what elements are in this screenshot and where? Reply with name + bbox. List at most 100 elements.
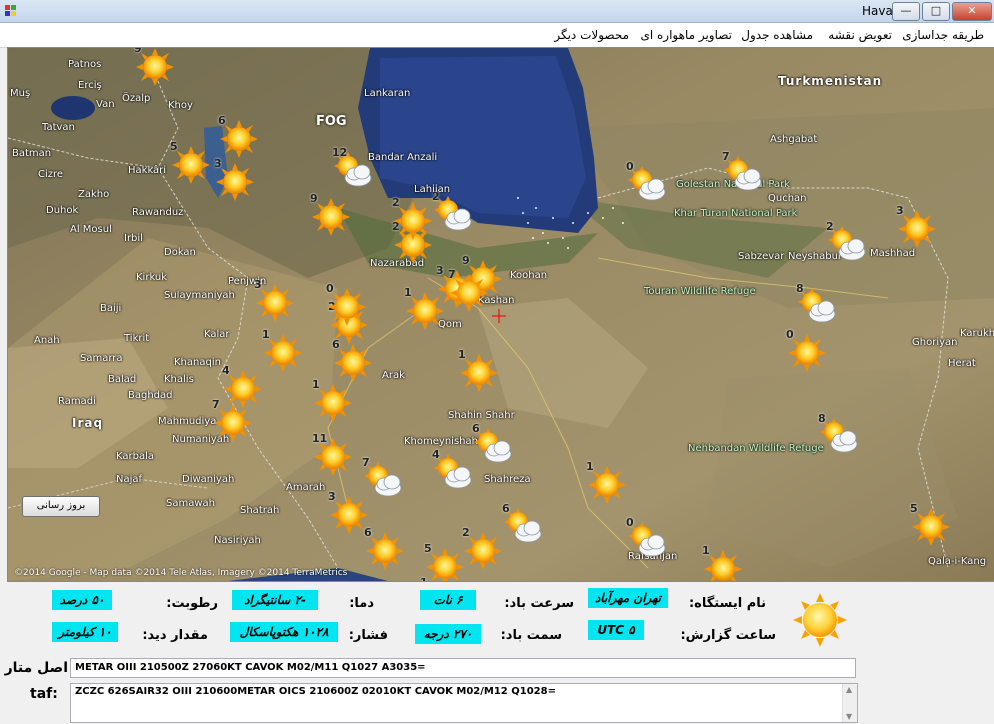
map-label-khoy: Khoy (168, 100, 193, 111)
marker-number: 1 (404, 286, 412, 299)
partly-cloudy-marker[interactable]: 0 (626, 516, 666, 560)
map-label-mus: Muş (10, 88, 31, 99)
partly-cloudy-marker[interactable]: 0 (626, 160, 666, 204)
partly-cloudy-marker[interactable]: 6 (502, 502, 542, 546)
taf-field[interactable]: ZCZC 626SAIR32 OIII 210600METAR OICS 210… (70, 683, 858, 723)
sunny-marker[interactable]: 9 (134, 47, 174, 86)
marker-number: 8 (818, 412, 826, 425)
sunny-marker[interactable]: 7 (212, 398, 252, 442)
sunny-marker[interactable]: 2 (392, 196, 432, 240)
map-label-samarra: Samarra (80, 353, 123, 364)
metar-label: اصل متار (4, 660, 68, 676)
metar-field[interactable]: METAR OIII 210500Z 27060KT CAVOK M02/M11… (70, 658, 856, 678)
marker-number: 3 (214, 157, 222, 170)
visibility-label: مقدار دید: (142, 628, 208, 643)
sunny-marker[interactable]: 7 (448, 268, 488, 312)
sunny-marker[interactable]: 0 (326, 282, 366, 326)
sunny-marker[interactable]: 11 (312, 432, 352, 476)
humidity-value: ۵۰ درصد (52, 590, 112, 610)
menu-item-separation[interactable]: طریقه جداسازی (902, 28, 984, 42)
partly-cloudy-marker[interactable]: 8 (818, 412, 858, 456)
sunny-marker[interactable]: 5 (170, 140, 210, 184)
map-label-khalis: Khalis (164, 374, 194, 385)
map-label-quchan: Quchan (768, 193, 807, 204)
sunny-marker[interactable]: 6 (364, 526, 404, 570)
sunny-marker[interactable]: 5 (424, 542, 464, 581)
taf-label: taf: (30, 686, 58, 702)
sunny-marker[interactable]: 3 (896, 204, 936, 248)
sunny-marker[interactable]: 1 (702, 544, 742, 581)
scroll-down-icon[interactable]: ▼ (846, 712, 852, 721)
map-label-rawanduz: Rawanduz (132, 207, 184, 218)
taf-scrollbar[interactable]: ▲ ▼ (842, 684, 857, 722)
minimize-button[interactable]: — (892, 2, 920, 21)
marker-number: 1 (458, 348, 466, 361)
sunny-marker[interactable]: 6 (218, 114, 258, 158)
map-label-bandaranzali: Bandar Anzali (368, 152, 438, 163)
sunny-marker[interactable]: 5 (910, 502, 950, 546)
partly-cloudy-marker[interactable]: 12 (332, 146, 372, 190)
marker-number: 1 (262, 328, 270, 341)
partly-cloudy-marker[interactable]: 6 (472, 422, 512, 466)
sunny-marker[interactable]: 1 (262, 328, 302, 372)
map-label-zakho: Zakho (78, 189, 110, 200)
partly-cloudy-marker[interactable]: 7 (362, 456, 402, 500)
partly-cloudy-marker[interactable]: 2 (826, 220, 866, 264)
menu-item-change-map[interactable]: تعویض نقشه (828, 28, 892, 42)
partly-cloudy-marker[interactable]: 4 (432, 448, 472, 492)
sunny-marker[interactable]: 9 (310, 192, 350, 236)
map-label-iraq: Iraq (72, 416, 104, 430)
scroll-up-icon[interactable]: ▲ (846, 685, 852, 694)
marker-number: 4 (432, 448, 440, 461)
menu-item-other-products[interactable]: محصولات دیگر (554, 28, 629, 42)
map-label-kharturan: Khar Turan National Park (674, 208, 798, 219)
map-label-shahreza: Shahreza (484, 474, 531, 485)
map-label-diwaniyah: Diwaniyah (182, 474, 235, 485)
taf-text: ZCZC 626SAIR32 OIII 210600METAR OICS 210… (75, 686, 556, 697)
map-label-ashgabat: Ashgabat (770, 134, 818, 145)
menu-item-satellite-images[interactable]: تصاویر ماهواره ای (640, 28, 732, 42)
sunny-marker[interactable]: 1 (312, 378, 352, 422)
sunny-marker[interactable]: 1 (458, 348, 498, 392)
partly-cloudy-marker[interactable]: 8 (796, 282, 836, 326)
sunny-marker[interactable]: 3 (328, 490, 368, 534)
marker-number: 8 (796, 282, 804, 295)
menu-item-view-table[interactable]: مشاهده جدول (741, 28, 813, 42)
map-copyright: ©2014 Google - Map data ©2014 Tele Atlas… (14, 568, 348, 578)
sunny-marker[interactable]: 3 (254, 278, 294, 322)
close-button[interactable]: ✕ (952, 2, 992, 21)
marker-number: 9 (134, 47, 142, 55)
map-label-khomeynishahr: Khomeynishahr (404, 436, 483, 447)
sunny-marker[interactable]: 0 (786, 328, 826, 372)
maximize-button[interactable]: □ (922, 2, 950, 21)
sunny-marker[interactable]: 3 (214, 157, 254, 201)
partly-cloudy-marker[interactable]: 7 (722, 150, 762, 194)
weather-map[interactable]: Turkmenistan Iraq Patnos Erciş Van Muş T… (7, 47, 994, 582)
map-label-kirkuk: Kirkuk (136, 272, 168, 283)
map-label-ozalp: Özalp (122, 93, 151, 104)
map-label-irbil: Irbil (124, 233, 143, 244)
map-label-shatrah: Shatrah (240, 505, 280, 516)
map-label-herat: Herat (948, 358, 976, 369)
visibility-value: ۱۰ کیلومتر (52, 622, 118, 642)
window-title: Hava (862, 4, 893, 18)
map-label-turkmenistan: Turkmenistan (778, 74, 883, 88)
title-bar: Hava — □ ✕ (0, 0, 994, 23)
map-label-batman: Batman (12, 148, 52, 159)
map-label-mashhad: Mashhad (870, 248, 916, 259)
map-label-van: Van (96, 99, 115, 110)
marker-number: 6 (502, 502, 510, 515)
map-label-najaf: Najaf (116, 474, 143, 485)
marker-number: 5 (910, 502, 918, 515)
humidity-label: رطوبت: (166, 596, 218, 611)
marker-number: 7 (362, 456, 370, 469)
partly-cloudy-marker[interactable]: 2 (432, 190, 472, 234)
sunny-marker[interactable]: 2 (462, 526, 502, 570)
sunny-marker[interactable]: 6 (332, 338, 372, 382)
sunny-marker[interactable]: 1 (586, 460, 626, 504)
map-label-koohan: Koohan (510, 270, 548, 281)
map-terrain (8, 48, 994, 581)
sunny-marker[interactable]: 4 (222, 364, 262, 408)
wind-direction-label: سمت باد: (500, 628, 562, 643)
refresh-button[interactable]: بروز رسانی (22, 496, 100, 517)
